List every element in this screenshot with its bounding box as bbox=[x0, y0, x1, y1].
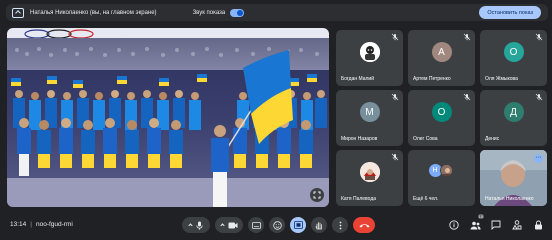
avatar: А bbox=[431, 42, 452, 62]
avatar-photo bbox=[359, 42, 380, 62]
chat-icon bbox=[491, 220, 501, 230]
present-icon bbox=[12, 7, 24, 18]
avatar bbox=[359, 162, 380, 182]
shared-screen bbox=[7, 28, 329, 207]
mic-off-icon bbox=[391, 33, 399, 41]
participant-tile[interactable]: М Мирон Назаров bbox=[336, 90, 403, 146]
mic-off-icon bbox=[463, 93, 471, 101]
fullscreen-icon bbox=[313, 191, 321, 199]
camera-icon bbox=[228, 222, 237, 228]
mic-button[interactable] bbox=[182, 217, 210, 233]
present-icon bbox=[293, 221, 303, 229]
camera-button[interactable] bbox=[215, 217, 243, 233]
mic-off-icon bbox=[463, 33, 471, 41]
chevron-up-icon bbox=[188, 223, 193, 228]
leave-call-button[interactable] bbox=[353, 217, 375, 233]
self-view-tile[interactable]: ⋯ Наталья Николаенко bbox=[480, 150, 547, 206]
avatar-photo bbox=[439, 164, 453, 177]
present-button[interactable] bbox=[290, 217, 306, 233]
avatar: О bbox=[503, 42, 524, 62]
emoji-button[interactable] bbox=[269, 217, 285, 233]
mic-icon bbox=[196, 221, 203, 230]
participants-count: 15 bbox=[477, 214, 484, 219]
participant-tile[interactable]: Богдан Малий bbox=[336, 30, 403, 86]
more-participants-tile[interactable]: Н Ещё 6 чел. bbox=[408, 150, 475, 206]
avatar: М bbox=[359, 102, 380, 122]
raise-hand-button[interactable] bbox=[311, 217, 327, 233]
presenter-label: Наталья Николаенко (вы, на главном экран… bbox=[30, 9, 157, 16]
info-icon bbox=[449, 220, 459, 230]
call-end-icon bbox=[359, 223, 369, 227]
participant-name: Артем Петренко bbox=[413, 76, 451, 82]
shared-image bbox=[7, 28, 329, 207]
people-icon bbox=[470, 221, 481, 229]
mic-off-icon bbox=[535, 93, 543, 101]
mic-off-icon bbox=[535, 33, 543, 41]
participant-tile[interactable]: О Олег Сова bbox=[408, 90, 475, 146]
avatar: О bbox=[431, 102, 452, 122]
participant-tile[interactable]: Д Денис bbox=[480, 90, 547, 146]
participant-name: Денис bbox=[485, 136, 500, 142]
activities-button[interactable] bbox=[511, 219, 523, 231]
avatar bbox=[359, 42, 380, 62]
info-button[interactable] bbox=[448, 219, 460, 231]
participant-tile[interactable]: А Артем Петренко bbox=[408, 30, 475, 86]
stop-presenting-button[interactable]: Остановить показ bbox=[479, 6, 541, 19]
participant-name: Мирон Назаров bbox=[341, 136, 378, 142]
avatar-photo bbox=[359, 162, 380, 182]
more-vert-icon bbox=[339, 221, 341, 229]
sound-toggle[interactable] bbox=[230, 8, 245, 17]
mic-off-icon bbox=[391, 93, 399, 101]
raise-hand-icon bbox=[315, 221, 322, 229]
control-bar: 13:14 | noo-fgud-rmi 15 bbox=[0, 213, 552, 240]
lock-icon bbox=[534, 220, 542, 230]
mic-off-icon bbox=[391, 153, 399, 161]
emoji-icon bbox=[272, 220, 282, 230]
presenting-banner: Наталья Николаенко (вы, на главном экран… bbox=[6, 4, 548, 21]
activities-icon bbox=[512, 220, 522, 230]
participant-name: Катя Палевода bbox=[341, 196, 377, 202]
meeting-code: noo-fgud-rmi bbox=[35, 221, 73, 228]
captions-button[interactable] bbox=[248, 217, 264, 233]
call-controls bbox=[182, 217, 375, 233]
meeting-meta: 13:14 | noo-fgud-rmi bbox=[10, 221, 73, 228]
captions-icon bbox=[251, 221, 261, 229]
side-tools: 15 bbox=[448, 214, 544, 233]
participant-tile[interactable]: О Оля Жмыкова bbox=[480, 30, 547, 86]
participant-name: Богдан Малий bbox=[341, 76, 375, 82]
more-options-button[interactable] bbox=[332, 217, 348, 233]
more-vert-icon[interactable]: ⋯ bbox=[534, 154, 543, 163]
participants-grid: Богдан Малий А Артем Петренко О Оля Жмык… bbox=[336, 30, 547, 206]
chevron-up-icon bbox=[219, 223, 225, 228]
host-controls-button[interactable] bbox=[532, 219, 544, 231]
people-button[interactable]: 15 bbox=[469, 214, 484, 231]
participant-tile[interactable]: Катя Палевода bbox=[336, 150, 403, 206]
clock: 13:14 bbox=[10, 221, 27, 228]
participant-name: Олег Сова bbox=[413, 136, 438, 142]
chat-button[interactable] bbox=[490, 219, 502, 231]
more-participants-avatars: Н bbox=[428, 162, 455, 178]
participant-name: Наталья Николаенко bbox=[485, 196, 534, 202]
participant-name: Ещё 6 чел. bbox=[413, 196, 439, 202]
fullscreen-button[interactable] bbox=[310, 188, 324, 202]
participant-name: Оля Жмыкова bbox=[485, 76, 518, 82]
avatar: Д bbox=[503, 102, 524, 122]
sound-label: Звук показа bbox=[192, 9, 226, 16]
